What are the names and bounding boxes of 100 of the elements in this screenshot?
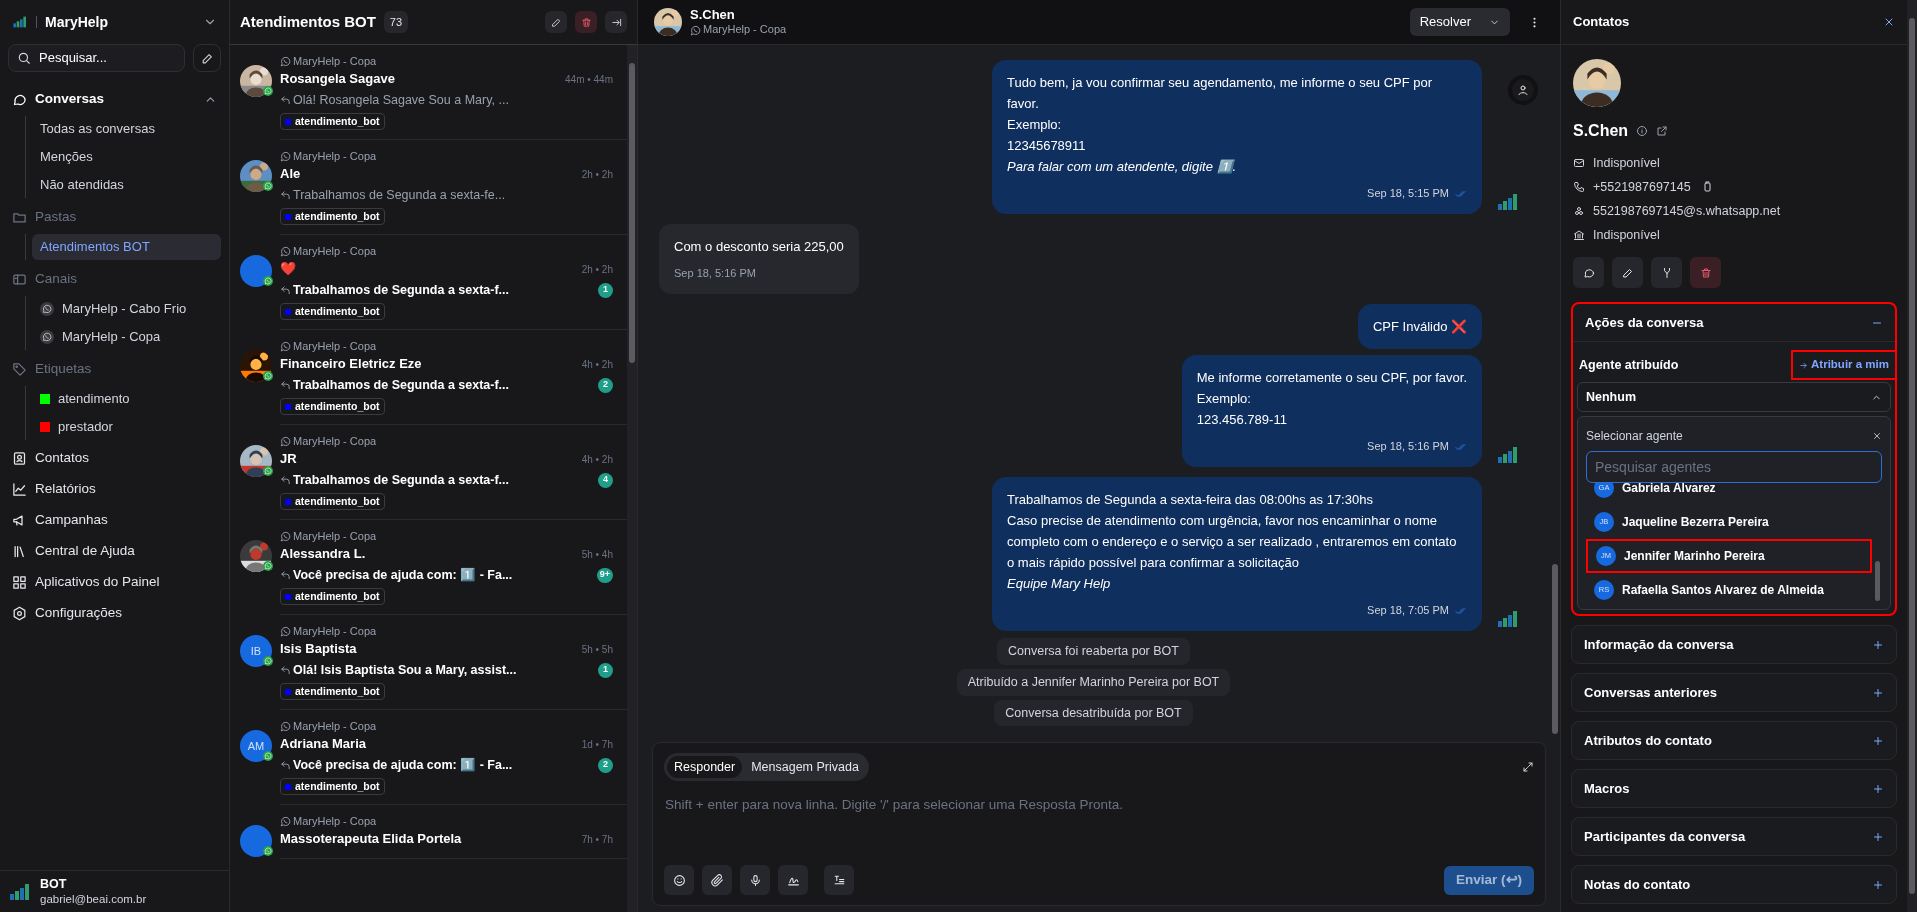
avatar-initials: IB [240,635,272,667]
message-time: Sep 18, 5:16 PM [1367,439,1449,454]
collapse-panel-button[interactable] [605,11,627,33]
plus-icon [1872,782,1884,795]
message-input[interactable]: Shift + enter para nova linha. Digite '/' para selecionar uma Resposta Pronta. [664,795,1534,845]
user-name: BOT [40,876,68,893]
merge-contact-button[interactable] [1651,257,1682,288]
pencil-icon [200,51,214,65]
channel-name: MaryHelp - Copa [293,813,377,829]
composer-tool-button[interactable] [702,865,732,895]
conversation-item[interactable]: MaryHelp - Copa Rosangela Sagave 44m • 44m Olá! Rosangela Sagave Sou a Mary, ... atendimento_bot [230,45,627,140]
reply-mode-tab[interactable]: Responder [667,756,743,778]
nav-link[interactable]: Relatórios [8,475,221,504]
contact-name: Massoterapeuta Elida Portela [280,830,463,849]
reply-arrow-icon [280,759,291,771]
external-link-icon[interactable] [1656,125,1669,137]
activity-message: Conversa desatribuída por BOT [994,699,1193,727]
nav-item[interactable]: MaryHelp - Copa [32,324,221,350]
nav-link[interactable]: Central de Ajuda [8,537,221,566]
whatsapp-icon [263,86,273,96]
composer-tool-button[interactable] [740,865,770,895]
whatsapp-icon [690,24,701,36]
composer-tool-button[interactable] [824,865,854,895]
message-text: Para falar com um atendente, digite 1⃣. [1007,158,1238,176]
expand-icon[interactable] [1522,761,1534,773]
close-icon[interactable] [1872,431,1882,441]
assign-to-me-link[interactable]: Atribuir a mim [1791,350,1897,380]
nav-link[interactable]: Aplicativos do Painel [8,568,221,597]
conversation-item[interactable]: MaryHelp - Copa JR 4h • 2h Trabalhamos de Segunda a sexta-f... 4 atendimento_bot [230,425,627,520]
nav-item[interactable]: Não atendidas [32,172,221,198]
conversation-item[interactable]: MaryHelp - Copa ❤ 2h • 2h Trabalhamos de Segunda a sexta-f... 1 atendimento_bot [230,235,627,330]
contact-panel-toggle[interactable] [1508,75,1538,105]
contact-detail: Indisponível [1593,226,1660,244]
avatar [240,255,272,287]
info-icon[interactable] [1636,125,1649,137]
message-text: Com o desconto seria 225,00 [674,238,844,256]
conversation-item[interactable]: IB MaryHelp - Copa Isis Baptista 5h • 5h Olá! Isis Baptista Sou a Mary, assist... 1 atendimento_bot [230,615,627,710]
compose-button[interactable] [193,44,221,72]
section-header[interactable]: Informação da conversa [1572,626,1896,663]
contact-detail: 5521987697145@s.whatsapp.net [1593,202,1781,220]
nav-item[interactable]: Atendimentos BOT [32,234,221,260]
section-header[interactable]: Notas do contato [1572,866,1896,903]
conversation-button[interactable] [1573,257,1604,288]
workspace-name[interactable]: MaryHelp [45,11,195,33]
section-header[interactable]: Participantes da conversa [1572,818,1896,855]
nav-group-heading: Etiquetas [35,359,92,378]
composer-tool-button[interactable] [664,865,694,895]
scrollbar[interactable] [1907,0,1917,912]
close-icon[interactable] [1883,16,1895,28]
contact-detail: +5521987697145 [1593,178,1691,196]
nav-link[interactable]: Campanhas [8,506,221,535]
message-preview: Trabalhamos de Segunda a sexta-f... [293,281,511,299]
whatsapp-icon [280,55,291,67]
channel-name: MaryHelp - Copa [293,243,377,259]
whatsapp-icon [263,181,273,191]
whatsapp-icon [263,466,273,476]
avatar-initials: AM [240,730,272,762]
nav-group-heading: Canais [35,269,78,288]
dropdown-title: Selecionar agente [1586,428,1684,445]
nav-item[interactable]: MaryHelp - Cabo Frio [32,296,221,322]
nav-menu[interactable]: Conversas [8,84,221,114]
channel-name: MaryHelp - Copa [293,338,377,354]
reply-mode-tab[interactable]: Mensagem Privada [744,756,866,778]
label-text: atendimento_bot [295,493,380,509]
delete-folder-button[interactable] [575,11,597,33]
unread-badge: 1 [598,662,613,678]
delete-contact-button[interactable] [1690,257,1721,288]
nav-item[interactable]: Todas as conversas [32,116,221,142]
nav-item[interactable]: Menções [32,144,221,170]
nav-item[interactable]: atendimento [32,386,221,412]
unread-badge: 2 [598,757,613,773]
nav-link[interactable]: Configurações [8,599,221,628]
search-button[interactable]: Pesquisar... [8,44,185,72]
whatsapp-icon [263,276,273,286]
microphone-icon [748,873,762,887]
pencil-icon [1621,266,1634,279]
scrollbar[interactable] [627,45,637,912]
conversation-item[interactable]: AM MaryHelp - Copa Adriana Maria 1d • 7h Você precisa de ajuda com: 1⃣ - Fa... 2 atendimento_bot [230,710,627,805]
agent-search-field[interactable]: Pesquisar agentes [1586,451,1882,483]
section-header[interactable]: Ações da conversa [1573,304,1895,341]
resolve-button[interactable]: Resolver [1409,8,1510,36]
channel-name: MaryHelp - Copa [703,23,787,37]
arrow-to-line-icon [610,16,622,28]
agent-select[interactable]: Nenhum [1577,382,1891,412]
composer-tool-button[interactable] [778,865,808,895]
section-header[interactable]: Atributos do contato [1572,722,1896,759]
conversation-item[interactable]: MaryHelp - Copa Massoterapeuta Elida Portela 7h • 7h [230,805,627,859]
section-header[interactable]: Conversas anteriores [1572,674,1896,711]
conversation-item[interactable]: MaryHelp - Copa Ale 2h • 2h Trabalhamos de Segunda a sexta-fe... atendimento_bot [230,140,627,235]
nav-item[interactable]: prestador [32,414,221,440]
edit-folder-button[interactable] [545,11,567,33]
conversation-item[interactable]: MaryHelp - Copa Financeiro Eletricz Eze 4h • 2h Trabalhamos de Segunda a sexta-f... 2 atendimento_bot [230,330,627,425]
emoji-icon [672,873,686,887]
timestamp: 4h • 2h [581,357,613,372]
section-header[interactable]: Macros [1572,770,1896,807]
trash-icon [580,16,592,28]
message-text: Caso precise de atendimento com urgência, favor nos encaminhar o nome completo com o endereço e o serviço a ser realizado , entraremos em contato o mais rápido possível para confirmar a solicitação [1007,512,1458,572]
paperclip-icon [710,873,724,887]
conversation-item[interactable]: MaryHelp - Copa Alessandra L. 5h • 4h Você precisa de ajuda com: 1⃣ - Fa... 9+ atendimento_bot [230,520,627,615]
nav-link[interactable]: Contatos [8,444,221,473]
